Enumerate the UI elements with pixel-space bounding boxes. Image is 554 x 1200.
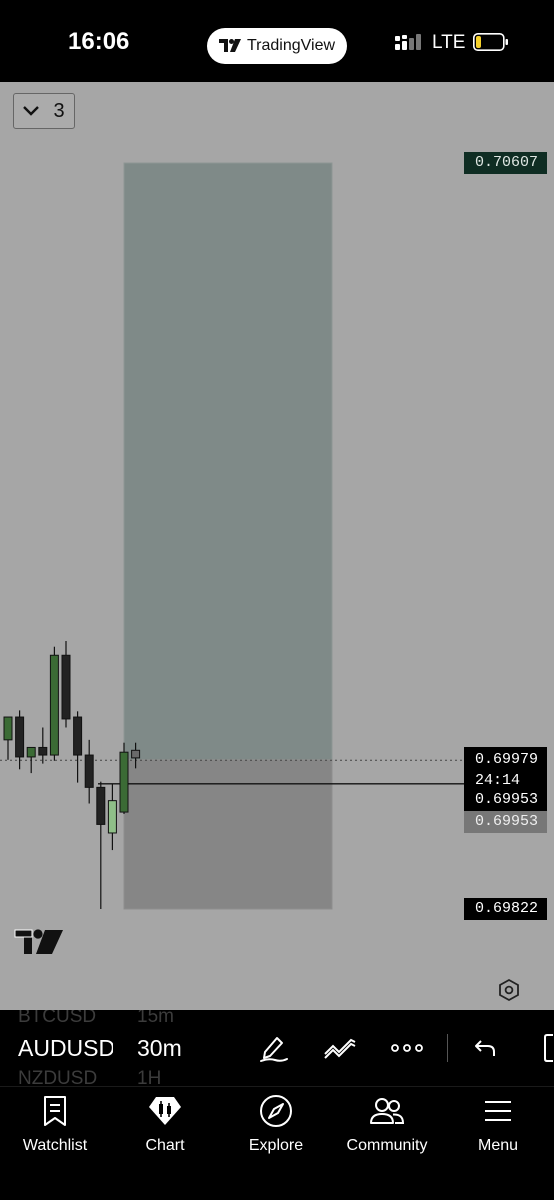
app-name: TradingView	[246, 37, 336, 54]
interval-prev[interactable]: 15m	[137, 1010, 174, 1028]
drawing-tool-button[interactable]	[255, 1030, 291, 1066]
more-options-button[interactable]	[389, 1030, 425, 1066]
undo-icon	[475, 1040, 495, 1056]
chart-settings-icon[interactable]	[497, 978, 521, 1002]
nav-watchlist-label: Watchlist	[22, 1137, 88, 1154]
symbol-next[interactable]: NZDUSD	[18, 1068, 97, 1086]
candle-body	[3, 716, 13, 741]
nav-menu-label: Menu	[477, 1137, 519, 1154]
layers-count: 3	[53, 99, 65, 122]
app-screen: 16:06 TradingView LTE 3 0.70607 0.69979 …	[0, 0, 554, 1200]
nav-explore[interactable]: Explore	[221, 1087, 331, 1167]
chart-area[interactable]: 3 0.70607 0.69979 24:14 0.69953 0.69953 …	[0, 82, 554, 1010]
app-indicator-pill[interactable]: TradingView	[207, 28, 347, 64]
layers-toggle-button[interactable]: 3	[13, 93, 75, 129]
ask-price-label: 0.69953	[464, 811, 547, 833]
stop-price-label: 0.69822	[464, 898, 547, 920]
candle-body	[49, 654, 59, 756]
more-dots-icon	[391, 1044, 423, 1052]
nav-watchlist[interactable]: Watchlist	[0, 1087, 110, 1167]
fullscreen-icon	[544, 1034, 553, 1062]
compass-icon	[260, 1095, 292, 1127]
watchlist-bookmark-icon	[44, 1096, 66, 1126]
signal-strength-icon	[395, 34, 421, 50]
tradingview-logo-icon	[218, 39, 241, 52]
profit-zone	[123, 162, 333, 761]
pen-drawing-icon	[260, 1037, 288, 1062]
network-type: LTE	[432, 32, 466, 53]
candle-body	[131, 749, 141, 759]
candle-body	[84, 754, 94, 788]
tradingview-watermark-icon	[14, 929, 63, 954]
fullscreen-button[interactable]	[532, 1030, 554, 1066]
nav-menu[interactable]: Menu	[443, 1087, 553, 1167]
candle-body	[38, 746, 48, 756]
candle-body	[61, 654, 71, 720]
chevron-down-icon	[23, 106, 40, 116]
loss-zone	[123, 759, 333, 910]
interval-next[interactable]: 1H	[137, 1068, 161, 1086]
status-time: 16:06	[68, 28, 130, 55]
symbol-selector[interactable]: AUDUSD	[18, 1035, 113, 1062]
chart-candles-icon	[149, 1097, 181, 1125]
nav-chart[interactable]: Chart	[110, 1087, 220, 1167]
candle-body	[107, 800, 117, 834]
nav-chart-label: Chart	[145, 1137, 185, 1154]
interval-selector[interactable]: 30m	[137, 1035, 182, 1062]
entry-price-label: 0.69953	[464, 789, 547, 811]
candle-body	[15, 716, 25, 758]
symbol-toolbar: BTCUSD 15m AUDUSD 30m NZDUSD 1H	[0, 1010, 554, 1086]
toolbar-divider	[447, 1034, 448, 1062]
current-price-label: 0.69979 24:14	[464, 747, 547, 791]
nav-community-label: Community	[346, 1137, 428, 1154]
candle-body	[26, 746, 36, 758]
indicators-icon	[324, 1038, 356, 1059]
battery-low-icon	[473, 33, 508, 51]
symbol-prev[interactable]: BTCUSD	[18, 1010, 96, 1028]
indicators-button[interactable]	[322, 1030, 358, 1066]
price-chart[interactable]	[0, 82, 554, 1010]
candle-body	[119, 751, 129, 813]
nav-explore-label: Explore	[248, 1137, 304, 1154]
candle-body	[73, 716, 83, 756]
undo-button[interactable]	[467, 1030, 503, 1066]
status-bar: 16:06 TradingView LTE	[0, 0, 554, 82]
hamburger-menu-icon	[485, 1101, 511, 1121]
bottom-navigation: Watchlist Chart Explore Community Menu	[0, 1086, 554, 1200]
current-price-value: 0.69979	[475, 751, 539, 768]
bar-countdown: 24:14	[475, 772, 521, 789]
candle-body	[96, 786, 106, 825]
nav-community[interactable]: Community	[331, 1087, 443, 1167]
community-people-icon	[370, 1098, 405, 1124]
target-price-label: 0.70607	[464, 152, 547, 174]
